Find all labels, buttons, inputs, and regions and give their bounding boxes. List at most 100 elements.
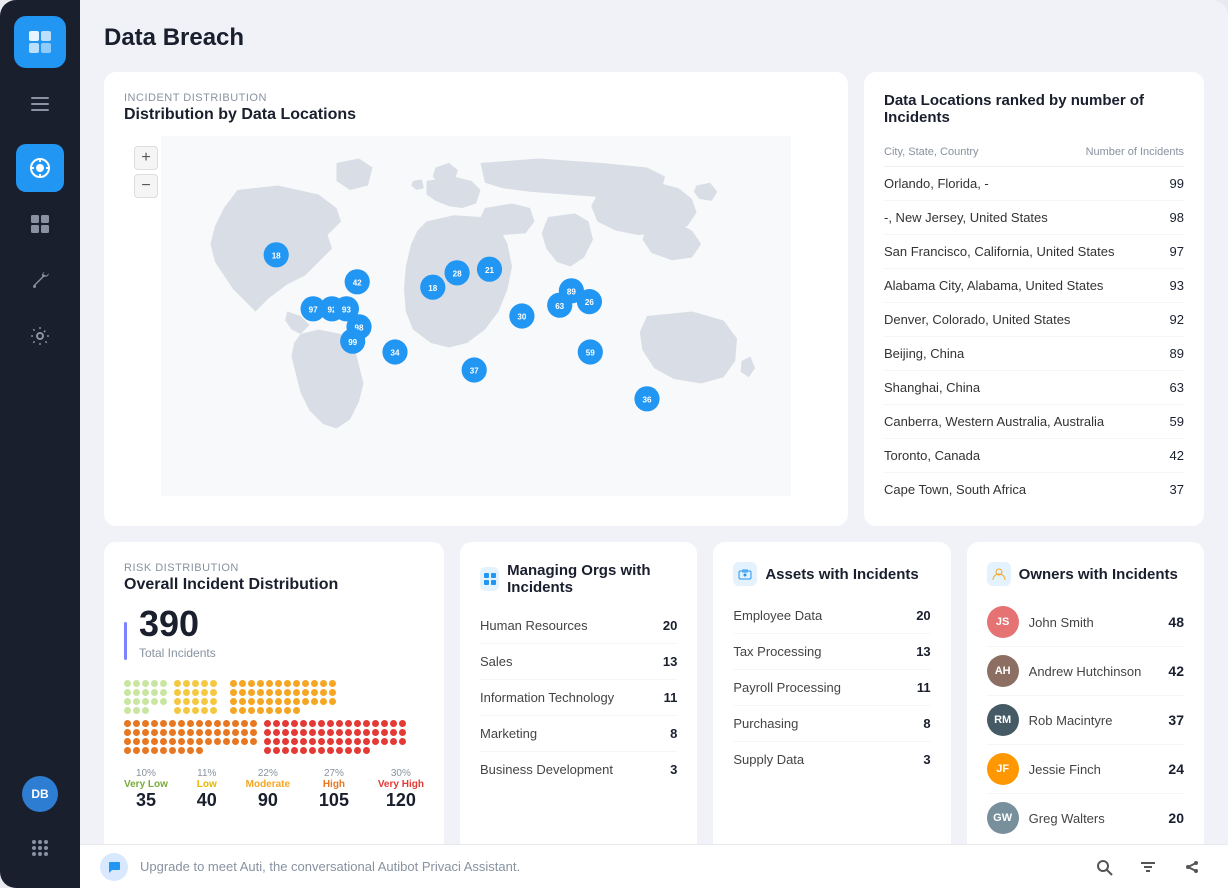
dot-group: [124, 720, 258, 754]
dot: [142, 707, 149, 714]
page-title: Data Breach: [104, 24, 1204, 52]
dot: [291, 738, 298, 745]
org-count: 8: [670, 726, 677, 741]
risk-label: Low: [197, 779, 217, 790]
svg-text:59: 59: [586, 349, 595, 358]
dot: [205, 738, 212, 745]
dot: [142, 729, 149, 736]
svg-text:93: 93: [342, 305, 351, 314]
ranking-location: Toronto, Canada: [884, 448, 980, 463]
user-avatar[interactable]: DB: [22, 776, 58, 812]
dot: [293, 698, 300, 705]
dot: [174, 689, 181, 696]
owner-avatar: JS: [987, 606, 1019, 638]
logo: [14, 16, 66, 68]
ranking-count: 93: [1170, 278, 1184, 293]
dot: [284, 689, 291, 696]
risk-label: Moderate: [246, 779, 290, 790]
ranking-location: Shanghai, China: [884, 380, 980, 395]
risk-pct: 30%: [391, 768, 411, 779]
nav-item-apps[interactable]: [16, 824, 64, 872]
svg-text:97: 97: [309, 305, 318, 314]
dot: [250, 720, 257, 727]
dot: [345, 729, 352, 736]
dot: [354, 738, 361, 745]
dot: [205, 729, 212, 736]
zoom-in-button[interactable]: +: [134, 146, 158, 170]
ranking-location: Denver, Colorado, United States: [884, 312, 1070, 327]
owner-count: 48: [1168, 614, 1184, 630]
asset-count: 8: [923, 716, 930, 731]
owner-info: JF Jessie Finch: [987, 753, 1101, 785]
total-incidents-value: 390: [139, 606, 216, 642]
dot: [336, 720, 343, 727]
nav-item-dashboard[interactable]: [16, 200, 64, 248]
risk-label: High: [323, 779, 345, 790]
menu-button[interactable]: [20, 84, 60, 124]
org-name: Marketing: [480, 726, 537, 741]
dot: [230, 707, 237, 714]
dot: [151, 720, 158, 727]
ranking-location: San Francisco, California, United States: [884, 244, 1115, 259]
dot: [192, 680, 199, 687]
risk-pct: 27%: [324, 768, 344, 779]
owners-card-title: Owners with Incidents: [987, 562, 1184, 586]
dot: [282, 738, 289, 745]
dot: [133, 720, 140, 727]
orgs-icon: [480, 567, 499, 591]
dot: [248, 689, 255, 696]
dot: [329, 680, 336, 687]
owner-info: RM Rob Macintyre: [987, 704, 1113, 736]
zoom-out-button[interactable]: −: [134, 174, 158, 198]
dot: [381, 720, 388, 727]
main-content: Data Breach Incident Distribution Distri…: [80, 0, 1228, 888]
org-row: Information Technology11: [480, 680, 677, 716]
dot: [345, 747, 352, 754]
dot: [183, 707, 190, 714]
dot: [201, 689, 208, 696]
filter-button[interactable]: [1132, 851, 1164, 883]
dot: [160, 689, 167, 696]
dot: [133, 698, 140, 705]
dot: [284, 680, 291, 687]
dot: [223, 729, 230, 736]
dot: [160, 738, 167, 745]
dot: [327, 738, 334, 745]
ranking-row: -, New Jersey, United States98: [884, 201, 1184, 235]
asset-name: Purchasing: [733, 716, 798, 731]
dot: [257, 680, 264, 687]
dot: [327, 747, 334, 754]
owner-name: Rob Macintyre: [1029, 713, 1113, 728]
bottom-bar: Upgrade to meet Auti, the conversational…: [80, 844, 1228, 888]
dot: [329, 698, 336, 705]
org-row: Human Resources20: [480, 608, 677, 644]
nav-item-tools[interactable]: [16, 256, 64, 304]
risk-value: 90: [258, 790, 278, 811]
owner-row: AH Andrew Hutchinson 42: [987, 647, 1184, 696]
svg-text:42: 42: [353, 278, 362, 287]
asset-name: Employee Data: [733, 608, 822, 623]
dot: [372, 720, 379, 727]
owner-name: Jessie Finch: [1029, 762, 1101, 777]
dot: [302, 689, 309, 696]
dot-group: [264, 720, 414, 754]
search-button[interactable]: [1088, 851, 1120, 883]
nav-item-settings[interactable]: [16, 312, 64, 360]
dot: [142, 720, 149, 727]
dot: [196, 729, 203, 736]
dot: [201, 680, 208, 687]
nav-item-badge[interactable]: [16, 144, 64, 192]
dot: [214, 720, 221, 727]
asset-row: Supply Data3: [733, 742, 930, 777]
svg-text:26: 26: [585, 298, 594, 307]
dot: [291, 747, 298, 754]
dot: [336, 747, 343, 754]
dot: [300, 729, 307, 736]
dot: [223, 720, 230, 727]
risk-stats: 10% Very Low 35 11% Low 40 22% Moderate …: [124, 768, 424, 811]
dot: [223, 738, 230, 745]
dot: [320, 680, 327, 687]
share-button[interactable]: [1176, 851, 1208, 883]
dot: [300, 738, 307, 745]
dot: [196, 720, 203, 727]
